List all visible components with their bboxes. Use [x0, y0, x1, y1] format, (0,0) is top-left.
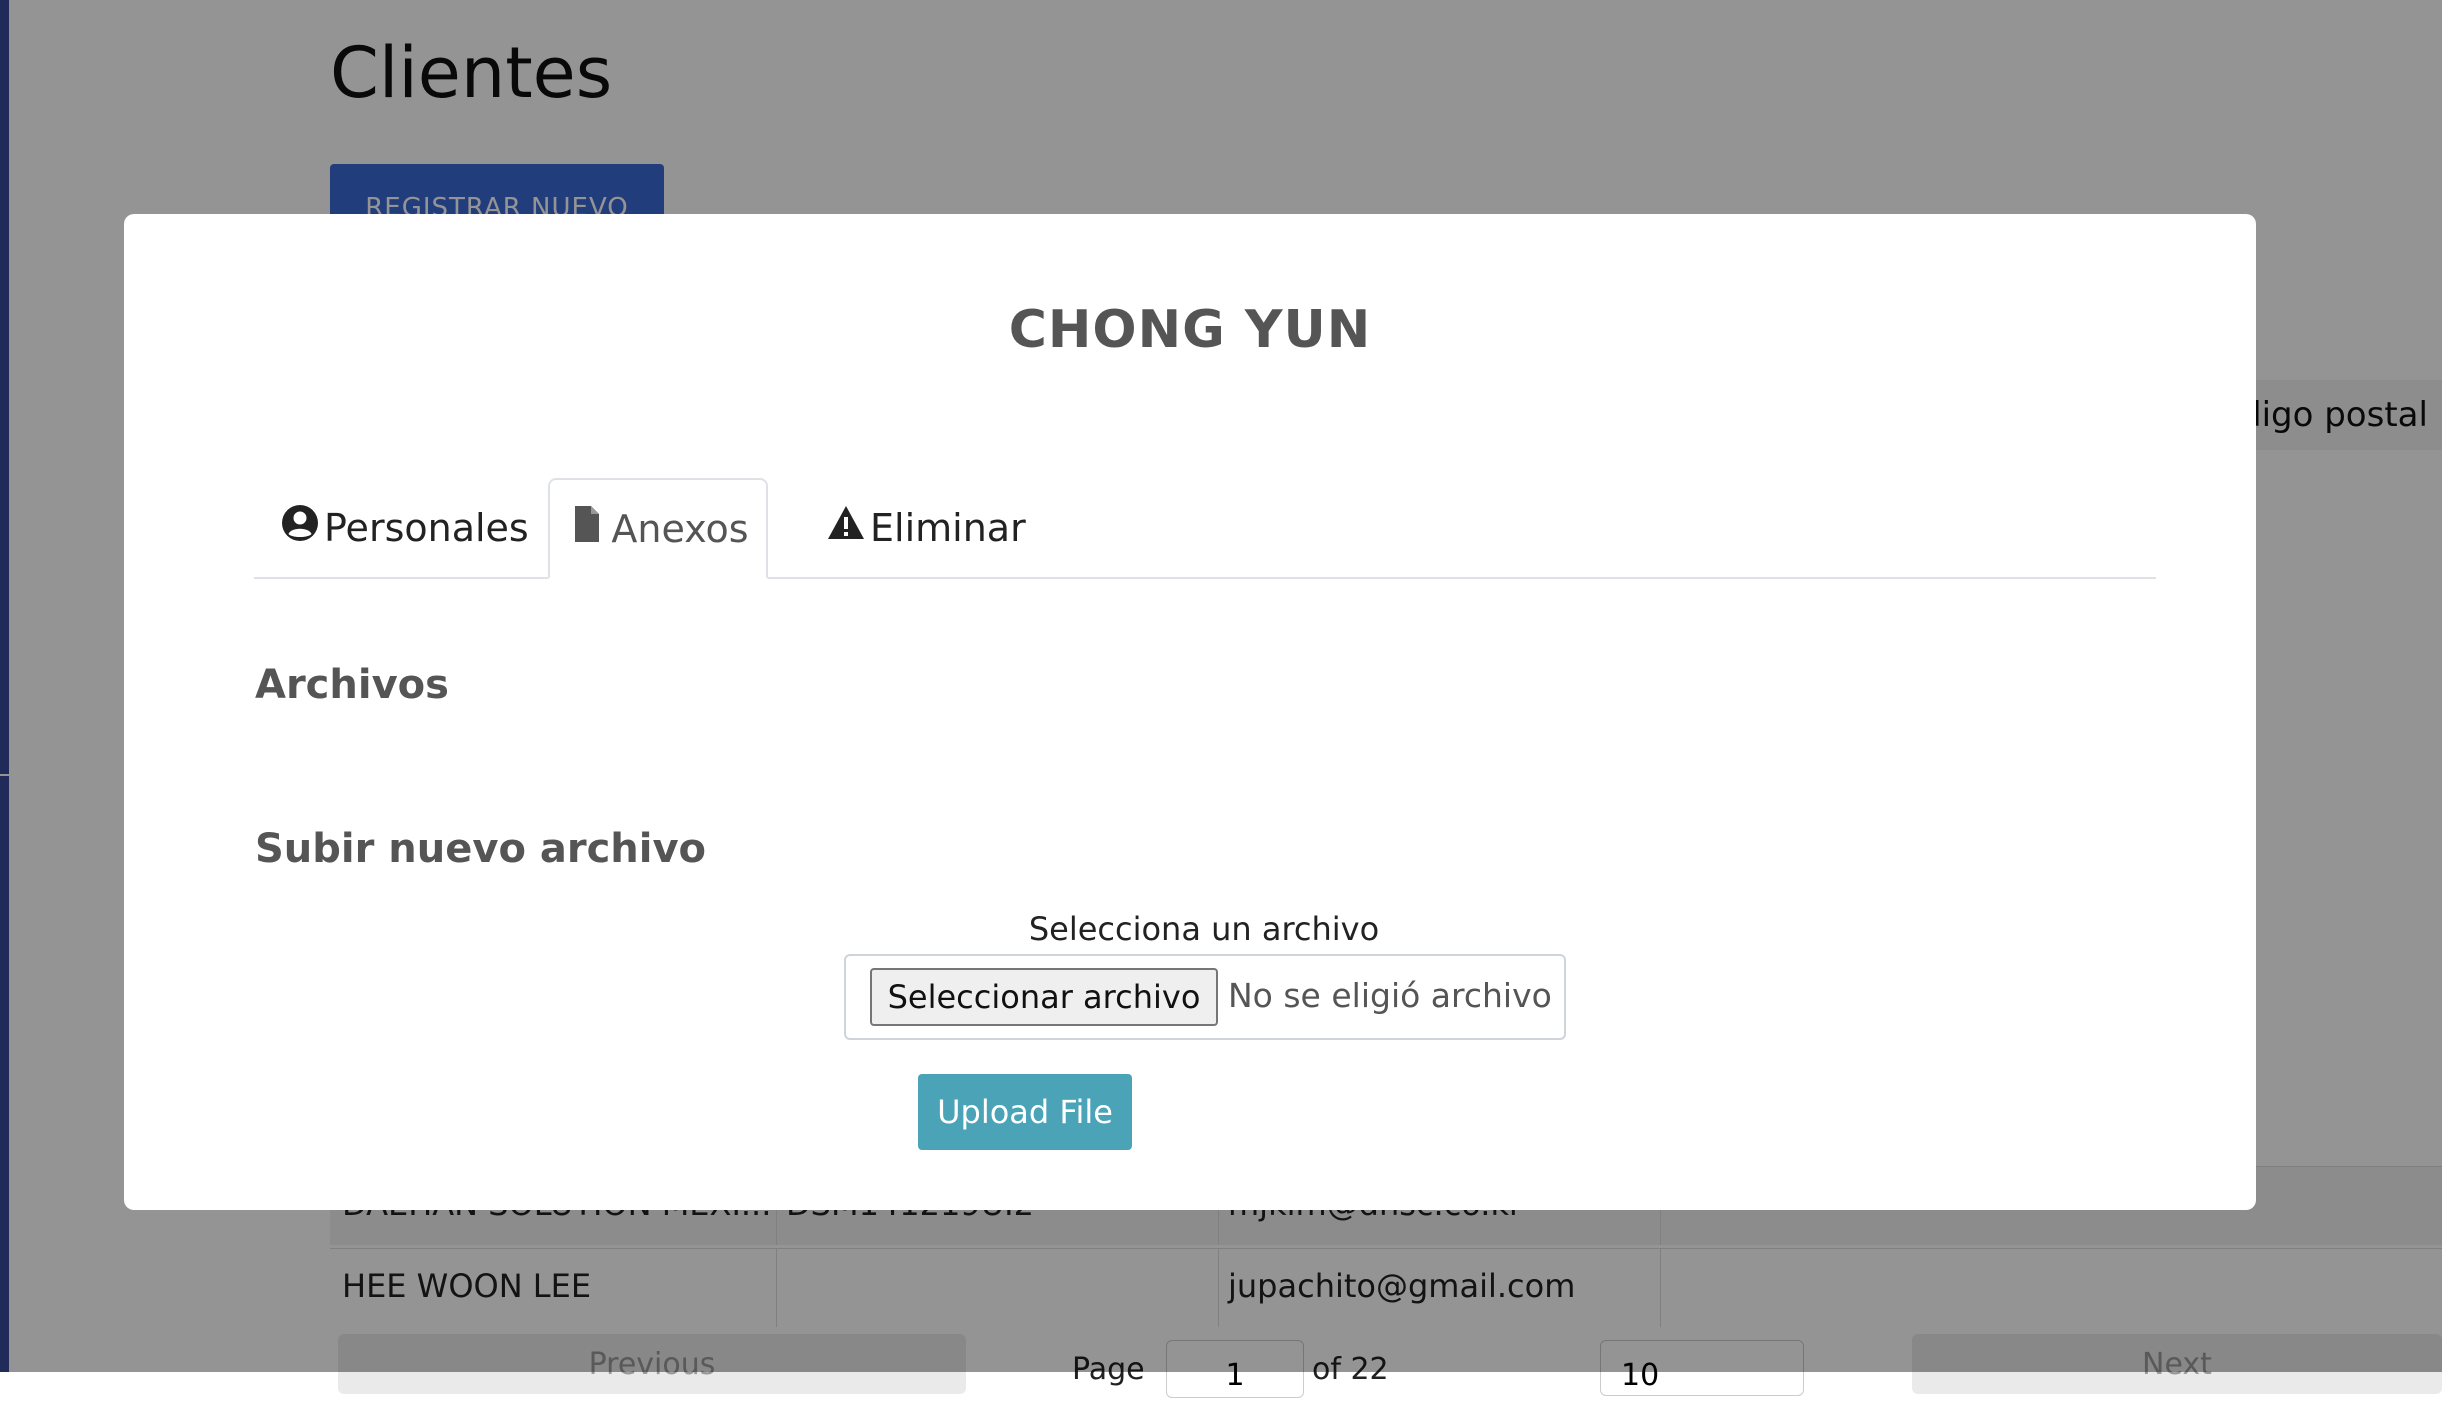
upload-file-button[interactable]: Upload File [918, 1074, 1132, 1150]
tab-anexos[interactable]: Anexos [548, 478, 768, 579]
client-modal: CHONG YUN Personales Anexos Eliminar Arc… [124, 214, 2256, 1210]
file-status-text: No se eligió archivo [1228, 976, 1552, 1015]
modal-tabs: Personales Anexos Eliminar [254, 478, 2156, 579]
warning-icon [826, 503, 866, 552]
tab-label: Personales [324, 505, 529, 550]
tab-label: Anexos [611, 506, 749, 551]
file-input-label: Selecciona un archivo [1028, 910, 1380, 948]
upload-heading: Subir nuevo archivo [255, 826, 707, 872]
file-icon [567, 504, 607, 553]
modal-title: CHONG YUN [1008, 300, 1372, 360]
choose-file-button[interactable]: Seleccionar archivo [870, 968, 1218, 1026]
tab-personales[interactable]: Personales [280, 478, 580, 577]
archivos-heading: Archivos [255, 662, 449, 708]
tab-label: Eliminar [870, 505, 1026, 550]
file-input[interactable]: Seleccionar archivo No se eligió archivo [844, 954, 1566, 1040]
tab-eliminar[interactable]: Eliminar [826, 478, 1066, 577]
user-circle-icon [280, 503, 320, 552]
